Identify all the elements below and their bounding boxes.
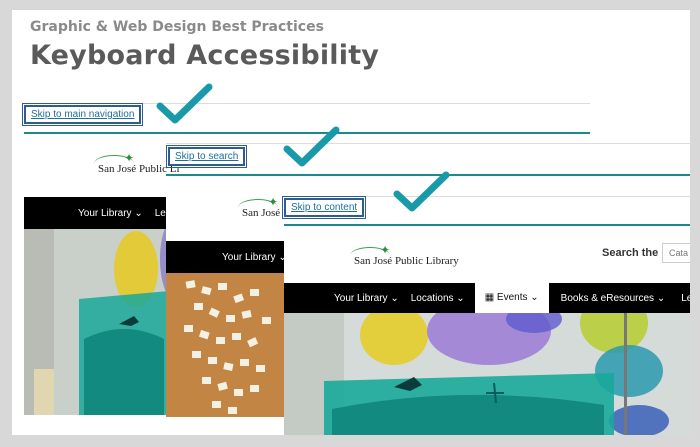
skip-to-search-link[interactable]: Skip to search <box>165 145 248 168</box>
divider-line <box>24 103 590 104</box>
skip-to-main-navigation-link[interactable]: Skip to main navigation <box>21 103 144 126</box>
nav-item-books-eresources[interactable]: Books & eResources ⌄ <box>561 293 666 304</box>
nav-bar-middle: Your Library ⌄ <box>166 241 284 273</box>
nav-bar-front: Your Library ⌄ Locations ⌄ ▦ Events ⌄ Bo… <box>284 283 690 313</box>
nav-item-events[interactable]: ▦ Events ⌄ <box>474 283 549 313</box>
calendar-icon: ▦ <box>484 292 497 303</box>
nav-item-your-library[interactable]: Your Library ⌄ <box>334 293 399 304</box>
nav-item-your-library[interactable]: Your Library ⌄ <box>222 252 284 263</box>
nav-item-locations[interactable]: Locations ⌄ <box>411 293 465 304</box>
screenshot-middle: ✦ San José Your Library ⌄ <box>166 177 284 417</box>
screenshot-front: ✦ San José Public Library Search the Cata… <box>284 227 690 435</box>
slide-card: Graphic & Web Design Best Practices Keyb… <box>12 10 690 435</box>
screenshot-back: ✦ San José Public Li Your Library ⌄ Le <box>24 135 184 415</box>
atrium-photo-front <box>284 313 690 435</box>
nav-bar-back: Your Library ⌄ Le <box>24 197 184 229</box>
library-logo: ✦ San José <box>238 195 280 219</box>
slide-kicker: Graphic & Web Design Best Practices <box>30 19 324 35</box>
library-logo: ✦ San José Public Library <box>350 243 459 267</box>
checkmark-icon <box>393 171 450 212</box>
accent-rule <box>284 224 690 226</box>
search-input[interactable]: Cata <box>662 243 690 263</box>
nav-item-your-library[interactable]: Your Library ⌄ <box>78 208 143 219</box>
nav-item-learning[interactable]: Learning ⌄ <box>681 293 690 304</box>
slide-title: Keyboard Accessibility <box>30 40 380 71</box>
divider-line <box>284 196 690 197</box>
nav-item-partial[interactable]: Le <box>155 208 166 219</box>
search-label: Search the <box>602 247 659 259</box>
checkmark-icon <box>156 83 213 124</box>
sticky-notes-photo <box>166 273 284 417</box>
checkmark-icon <box>283 126 340 167</box>
skip-to-content-link[interactable]: Skip to content <box>281 196 367 219</box>
atrium-photo-back <box>24 229 184 415</box>
divider-line <box>166 143 690 144</box>
